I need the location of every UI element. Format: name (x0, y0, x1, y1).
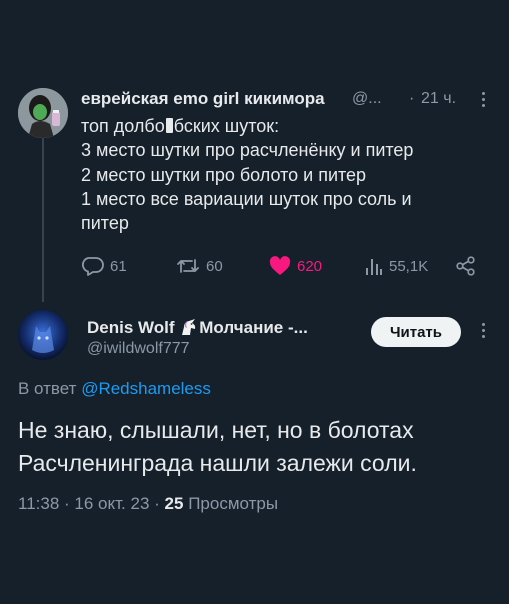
tweet1-text-line1a: топ долбо (81, 116, 165, 136)
tweet2-meta: 11:38 · 16 окт. 23 · 25 Просмотры (18, 494, 278, 514)
reply-count: 61 (110, 257, 127, 275)
tweet2-time[interactable]: 11:38 (18, 494, 59, 513)
tweet2-name-part1: Denis Wolf (87, 318, 175, 337)
reply-handle-link[interactable]: @Redshameless (81, 379, 211, 398)
share-icon (456, 256, 475, 276)
thread-connector (42, 132, 44, 302)
meta-separator: · (64, 494, 70, 513)
tweet2-text-line2: Расчленинграда нашли залежи соли. (18, 450, 417, 476)
tweet2-views-count: 25 (164, 494, 184, 513)
tweet2-name-part2: Молчание -... (199, 318, 308, 337)
tweet1-text: топ долбо бских шуток: 3 место шутки про … (81, 114, 481, 235)
avatar-image (18, 88, 68, 138)
tweet2-handle[interactable]: @iwildwolf777 (87, 340, 190, 358)
avatar-image (18, 310, 68, 360)
tweet1-text-line2: 3 место шутки про расчленёнку и питер (81, 140, 414, 161)
tweet1-text-line1b: бских шуток: (173, 116, 280, 136)
tweet1-time-separator: · (409, 90, 415, 107)
views-count: 55,1K (389, 257, 429, 275)
tweet2-text: Не знаю, слышали, нет, но в болотах Расч… (18, 414, 488, 480)
tweet2-text-line1: Не знаю, слышали, нет, но в болотах (18, 417, 414, 443)
tweet2-views-label[interactable]: Просмотры (188, 494, 278, 513)
avatar[interactable] (18, 88, 68, 138)
tweet1-text-line3: 2 место шутки про болото и питер (81, 164, 367, 185)
tweet1-text-line4: 1 место все вариации шуток про соль и (81, 188, 412, 209)
share-button[interactable] (456, 256, 476, 276)
like-count: 620 (297, 257, 323, 275)
tweet1-display-name[interactable]: еврейская emo girl кикимора (81, 89, 325, 109)
reply-prefix: В ответ (18, 379, 77, 398)
reply-context: В ответ @Redshameless (18, 379, 211, 399)
like-button[interactable]: 620 (269, 256, 322, 276)
tweet1-handle[interactable]: @... (352, 90, 382, 108)
more-options-icon[interactable] (482, 92, 486, 110)
views-button[interactable]: 55,1K (365, 256, 428, 276)
heart-icon (269, 256, 291, 275)
retweet-count: 60 (206, 257, 223, 275)
unicorn-icon (179, 318, 199, 341)
tweet1-time[interactable]: 21 ч. (421, 90, 456, 108)
tweet2-date[interactable]: 16 окт. 23 (74, 494, 149, 513)
censor-mark (165, 118, 173, 133)
analytics-icon (366, 259, 382, 275)
follow-button[interactable]: Читать (371, 317, 461, 347)
reply-button[interactable]: 61 (82, 256, 127, 276)
tweet2-display-name[interactable]: Denis Wolf Молчание -... (87, 318, 308, 341)
more-options-icon[interactable] (482, 323, 486, 341)
avatar[interactable] (18, 310, 68, 360)
reply-icon (82, 257, 104, 276)
tweet1-text-line5: питер (81, 213, 129, 234)
meta-separator: · (154, 494, 160, 513)
retweet-button[interactable]: 60 (176, 256, 223, 276)
retweet-icon (177, 259, 199, 273)
